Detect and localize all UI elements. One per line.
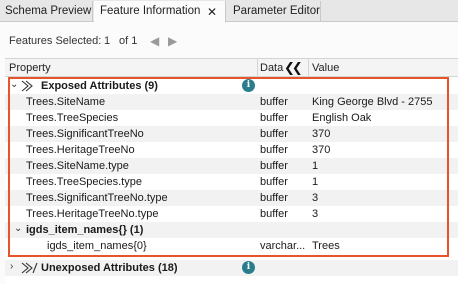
chevron-down-icon[interactable]: ⌄ <box>14 223 22 234</box>
tab-schema-preview[interactable]: Schema Preview <box>0 1 93 22</box>
group-row-unexposed-attributes[interactable]: › Unexposed Attributes (18) i <box>5 260 458 276</box>
table-row[interactable]: Trees.SiteName.type buffer 1 <box>5 158 458 174</box>
property-cell: igds_item_names{0} <box>47 240 147 252</box>
group-label: Unexposed Attributes (18) <box>41 262 178 274</box>
table-row[interactable]: Trees.SiteName buffer King George Blvd -… <box>5 94 458 110</box>
group-row-exposed-attributes[interactable]: ⌄ Exposed Attributes (9) i <box>5 78 458 94</box>
tab-bar: Schema Preview Feature Information ✕ Par… <box>0 0 458 23</box>
property-cell: Trees.TreeSpecies <box>26 112 119 124</box>
property-cell: Trees.SiteName <box>26 96 106 108</box>
data-type-cell: varchar... <box>260 240 306 252</box>
property-cell: Trees.SignificantTreeNo.type <box>26 192 168 204</box>
data-type-cell: buffer <box>260 192 288 204</box>
attribute-group-icon <box>21 262 38 274</box>
data-type-cell: buffer <box>260 128 288 140</box>
data-type-cell: buffer <box>260 208 288 220</box>
column-divider[interactable] <box>257 59 258 77</box>
tab-feature-information[interactable]: Feature Information ✕ <box>94 1 226 23</box>
table-row[interactable]: Trees.TreeSpecies.type buffer 1 <box>5 174 458 190</box>
table-row[interactable]: Trees.SignificantTreeNo buffer 370 <box>5 126 458 142</box>
chevron-right-icon[interactable]: › <box>10 261 13 272</box>
collapse-column-icon[interactable]: ❮❮ <box>284 60 303 76</box>
data-type-cell: buffer <box>260 176 288 188</box>
value-cell: 1 <box>312 160 319 172</box>
property-cell: Trees.HeritageTreeNo <box>26 144 135 156</box>
value-cell: 3 <box>312 208 319 220</box>
value-cell: English Oak <box>312 112 372 124</box>
feature-information-panel: Schema Preview Feature Information ✕ Par… <box>0 0 458 285</box>
data-type-cell: buffer <box>260 160 288 172</box>
chevron-down-icon[interactable]: ⌄ <box>10 79 18 90</box>
features-selected-label: Features Selected: <box>9 35 102 47</box>
data-type-cell: buffer <box>260 144 288 156</box>
info-icon[interactable]: i <box>242 261 255 274</box>
attribute-group-icon <box>21 80 33 92</box>
column-header-data[interactable]: Data <box>260 62 283 74</box>
table-row[interactable]: Trees.SignificantTreeNo.type buffer 3 <box>5 190 458 206</box>
torn-edge-bottom <box>0 284 474 301</box>
value-cell: 1 <box>312 176 319 188</box>
tab-label: Schema Preview <box>5 5 92 17</box>
property-cell: Trees.SignificantTreeNo <box>26 128 144 140</box>
table-row[interactable]: Trees.HeritageTreeNo.type buffer 3 <box>5 206 458 222</box>
next-feature-button[interactable]: ▶ <box>168 34 177 48</box>
current-feature-index: 1 <box>104 35 111 47</box>
value-cell: 370 <box>312 128 331 140</box>
table-header: Property Data ❮❮ Value <box>5 59 458 77</box>
tab-label: Feature Information <box>100 5 201 17</box>
property-cell: Trees.SiteName.type <box>26 160 129 172</box>
data-type-cell: buffer <box>260 112 288 124</box>
previous-feature-button[interactable]: ◀ <box>150 34 159 48</box>
column-divider[interactable] <box>308 59 309 77</box>
property-cell: Trees.TreeSpecies.type <box>26 176 142 188</box>
data-type-cell: buffer <box>260 96 288 108</box>
group-label: Exposed Attributes (9) <box>41 80 158 92</box>
column-header-property[interactable]: Property <box>9 62 51 74</box>
value-cell: King George Blvd - 2755 <box>312 96 433 108</box>
column-header-value[interactable]: Value <box>312 62 339 74</box>
table-row[interactable]: Trees.HeritageTreeNo buffer 370 <box>5 142 458 158</box>
attribute-table: Property Data ❮❮ Value ⌄ Exposed Attribu… <box>5 58 458 285</box>
tab-label: Parameter Editor <box>233 5 320 17</box>
torn-edge-right <box>458 0 474 301</box>
property-cell: Trees.HeritageTreeNo.type <box>26 208 159 220</box>
value-cell: Trees <box>312 240 340 252</box>
value-cell: 3 <box>312 192 319 204</box>
table-row[interactable]: Trees.TreeSpecies buffer English Oak <box>5 110 458 126</box>
toolbar: Features Selected: 1 of 1 ◀ ▶ <box>0 22 458 58</box>
group-row-igds-item-names[interactable]: ⌄ igds_item_names{} (1) <box>5 222 458 238</box>
table-row[interactable]: igds_item_names{0} varchar... Trees <box>5 238 458 254</box>
value-cell: 370 <box>312 144 331 156</box>
close-icon[interactable]: ✕ <box>207 5 217 19</box>
tab-parameter-editor[interactable]: Parameter Editor <box>227 1 321 22</box>
info-icon[interactable]: i <box>242 79 255 92</box>
group-label: igds_item_names{} (1) <box>26 224 144 236</box>
feature-total: of 1 <box>119 35 138 47</box>
